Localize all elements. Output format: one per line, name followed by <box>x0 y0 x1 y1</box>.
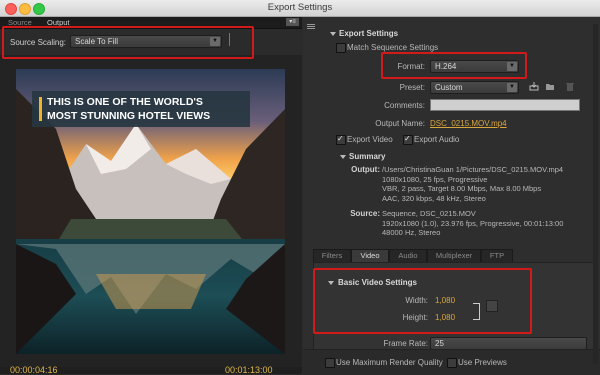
video-preview: THIS IS ONE OF THE WORLD'S MOST STUNNING… <box>16 69 285 354</box>
title-overlay: THIS IS ONE OF THE WORLD'S MOST STUNNING… <box>32 91 250 127</box>
overlay-line-2: MOST STUNNING HOTEL VIEWS <box>47 110 211 122</box>
tab-audio[interactable]: Audio <box>389 249 427 263</box>
export-video-checkbox[interactable] <box>336 134 346 145</box>
import-preset-icon[interactable] <box>545 82 555 91</box>
summary-output-line: /Users/ChristinaGuan 1/Pictures/DSC_0215… <box>382 165 564 174</box>
summary-source-details: Sequence, DSC_0215.MOV 1920x1080 (1.0), … <box>382 209 563 238</box>
overlay-line-1: THIS IS ONE OF THE WORLD'S <box>47 96 203 108</box>
save-preset-icon[interactable] <box>529 82 539 91</box>
summary-output-details: /Users/ChristinaGuan 1/Pictures/DSC_0215… <box>382 165 563 203</box>
summary-source-line: Sequence, DSC_0215.MOV <box>382 209 476 218</box>
frame-rate-label: Frame Rate: <box>383 339 428 348</box>
tab-multiplexer[interactable]: Multiplexer <box>427 249 481 263</box>
highlight-source-scaling <box>2 26 254 59</box>
export-audio-label: Export Audio <box>414 135 460 144</box>
summary-source-label: Source: <box>350 209 380 218</box>
export-settings-header: Export Settings <box>339 29 399 38</box>
summary-output-line: VBR, 2 pass, Target 8.00 Mbps, Max 8.00 … <box>382 184 542 193</box>
match-sequence-checkbox[interactable] <box>336 43 346 53</box>
panel-menu-icon[interactable]: ▾≡ <box>286 18 299 26</box>
export-audio-checkbox[interactable] <box>403 134 413 145</box>
frame-rate-value: 25 <box>435 339 444 348</box>
render-options: Use Maximum Render Quality Use Previews <box>303 349 600 375</box>
max-render-quality-checkbox[interactable] <box>325 358 335 368</box>
max-render-quality-label: Use Maximum Render Quality <box>336 358 443 367</box>
collapse-triangle-icon[interactable] <box>330 32 336 36</box>
panel-menu-icon[interactable] <box>307 24 315 29</box>
window-titlebar: Export Settings <box>0 0 600 17</box>
highlight-format <box>381 52 527 79</box>
collapse-triangle-icon[interactable] <box>340 155 346 159</box>
output-name-label: Output Name: <box>375 119 425 128</box>
settings-tabs: Filters Video Audio Multiplexer FTP <box>313 249 592 263</box>
highlight-basic-video <box>313 268 532 334</box>
summary-output-line: AAC, 320 kbps, 48 kHz, Stereo <box>382 193 486 203</box>
summary-source-line: 1920x1080 (1.0), 23.976 fps, Progressive… <box>382 218 564 228</box>
panel-scrollbar[interactable] <box>593 24 598 364</box>
preview-panel: Source Output ▾≡ Source Scaling: Scale T… <box>0 17 302 375</box>
preset-label: Preset: <box>399 83 425 92</box>
overlay-accent-bar <box>39 97 42 121</box>
summary-output-line: 1080x1080, 25 fps, Progressive <box>382 174 488 184</box>
tab-video[interactable]: Video <box>351 249 389 263</box>
comments-label: Comments: <box>384 101 425 110</box>
tab-ftp[interactable]: FTP <box>481 249 513 263</box>
summary-output-label: Output: <box>351 165 380 174</box>
output-name-link[interactable]: DSC_0215.MOV.mp4 <box>430 119 507 128</box>
preset-dropdown[interactable]: Custom ▼ <box>430 81 519 94</box>
summary-header: Summary <box>349 152 386 161</box>
comments-field[interactable] <box>430 99 580 111</box>
chevron-down-icon: ▼ <box>507 83 517 92</box>
summary-source-line: 48000 Hz, Stereo <box>382 228 441 237</box>
use-previews-label: Use Previews <box>458 358 507 367</box>
delete-preset-icon[interactable] <box>565 82 575 91</box>
timecode-bar: 00:00:04:16 00:01:13:00 <box>0 365 302 375</box>
window-title: Export Settings <box>267 2 333 13</box>
export-video-label: Export Video <box>347 135 393 144</box>
tab-filters[interactable]: Filters <box>313 249 351 263</box>
match-sequence-label: Match Sequence Settings <box>347 43 439 52</box>
preset-value: Custom <box>435 83 463 92</box>
use-previews-checkbox[interactable] <box>447 358 457 368</box>
